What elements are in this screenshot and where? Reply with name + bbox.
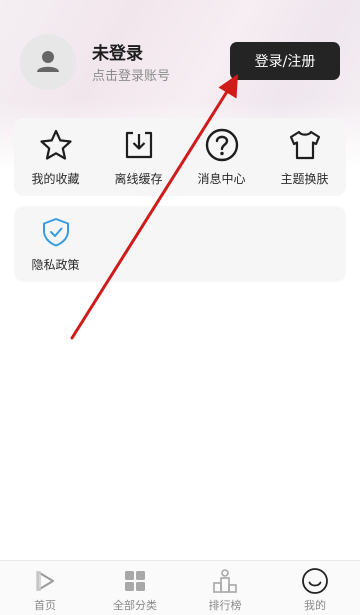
tab-home[interactable]: 首页 [0, 561, 90, 615]
tab-mine-label: 我的 [304, 599, 326, 612]
shield-check-icon [42, 218, 69, 247]
favorites-label: 我的收藏 [31, 172, 80, 186]
question-circle-icon [205, 128, 238, 162]
login-register-button[interactable]: 登录/注册 [230, 42, 340, 80]
user-silhouette-icon [37, 51, 59, 72]
tab-mine[interactable]: 我的 [270, 561, 360, 615]
tab-all-categories-label: 全部分类 [113, 599, 157, 612]
grid-icon [125, 571, 145, 591]
privacy-policy-label: 隐私政策 [31, 258, 80, 272]
message-center-label: 消息中心 [197, 172, 246, 186]
privacy-card: 隐私政策 [14, 206, 346, 282]
play-icon [36, 571, 54, 591]
theme-skin-label: 主题换肤 [280, 172, 329, 186]
favorites-item[interactable]: 我的收藏 [14, 118, 97, 196]
avatar[interactable] [20, 34, 76, 90]
download-box-icon [125, 131, 152, 159]
podium-icon [213, 569, 237, 593]
privacy-policy-item[interactable]: 隐私政策 [14, 206, 97, 282]
message-center-item[interactable]: 消息中心 [180, 118, 263, 196]
tab-all-categories[interactable]: 全部分类 [90, 561, 180, 615]
tab-home-label: 首页 [34, 599, 56, 612]
bottom-tab-bar: 首页 全部分类 排行榜 我的 [0, 560, 360, 615]
theme-skin-item[interactable]: 主题换肤 [263, 118, 346, 196]
features-card: 我的收藏 离线缓存 消息中心 主题换肤 [14, 118, 346, 196]
star-icon [39, 129, 72, 160]
user-name[interactable]: 未登录 [92, 39, 143, 64]
offline-cache-label: 离线缓存 [114, 172, 163, 186]
tab-ranking-label: 排行榜 [208, 599, 242, 612]
smile-icon [302, 568, 328, 594]
tab-ranking[interactable]: 排行榜 [180, 561, 270, 615]
login-hint[interactable]: 点击登录账号 [92, 65, 170, 84]
tshirt-icon [289, 130, 320, 160]
offline-cache-item[interactable]: 离线缓存 [97, 118, 180, 196]
